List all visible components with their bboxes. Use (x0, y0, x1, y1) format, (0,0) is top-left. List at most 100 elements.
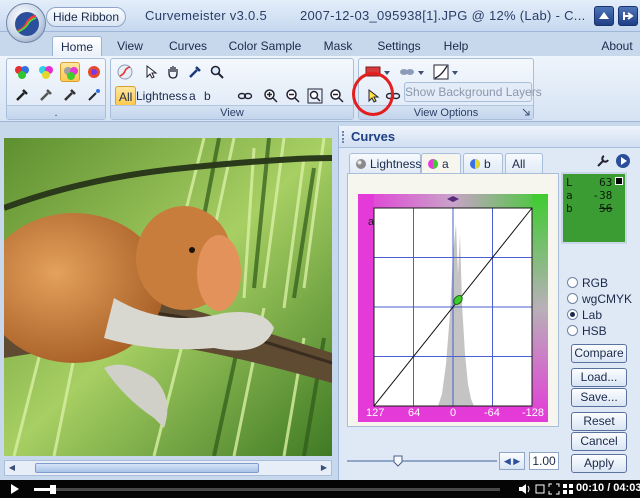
curves-tab-all[interactable]: All (505, 153, 543, 173)
cmyk-spheres-button[interactable] (36, 62, 56, 82)
zoom-fit-button[interactable] (305, 86, 325, 106)
fullscreen-icon[interactable] (548, 483, 560, 495)
app-menu-orb[interactable] (6, 3, 46, 43)
readout-b-label: b (566, 202, 573, 215)
curve-display-button[interactable] (431, 62, 459, 82)
readout-b-value: 56 (599, 202, 613, 215)
scroll-right-icon[interactable]: ▶ (318, 463, 330, 473)
slider-thumb[interactable] (393, 455, 403, 467)
zoom-stepper[interactable]: ◀ ▶ (499, 452, 525, 470)
scroll-left-icon[interactable]: ◀ (6, 463, 18, 473)
rgb-spheres-icon (15, 66, 29, 79)
view-group: All Lightness a b View (110, 58, 354, 120)
settings-icon[interactable] (534, 483, 546, 495)
dialog-launcher-icon[interactable] (522, 108, 530, 116)
save-button[interactable]: Save... (571, 388, 627, 407)
readout-l-value: 63 (599, 176, 613, 189)
readout-menu-icon[interactable] (615, 177, 623, 185)
curve-view-button[interactable] (115, 62, 135, 82)
photo-canvas[interactable] (4, 138, 332, 456)
readout-l-label: L (566, 176, 573, 189)
compare-button[interactable]: Compare (571, 344, 627, 363)
eyedropper-button[interactable] (185, 62, 205, 82)
pin-button[interactable] (618, 6, 638, 26)
axis-label: 0 (450, 407, 457, 419)
zoom-slider[interactable] (347, 454, 497, 468)
chevron-down-icon (418, 71, 424, 75)
curves-title: Curves (351, 129, 396, 144)
seek-knob[interactable] (49, 485, 56, 494)
eyedropper-gray-button[interactable] (36, 85, 56, 105)
arrow-tool-button[interactable] (141, 62, 161, 82)
wrench-icon[interactable] (595, 153, 611, 169)
reset-button[interactable]: Reset (571, 412, 627, 431)
zoom-tool-button[interactable] (207, 62, 227, 82)
goggles-icon (400, 69, 414, 75)
chain-link-icon (237, 92, 253, 100)
curve-graph[interactable] (358, 194, 548, 422)
show-background-layers-button[interactable]: Show Background Layers (404, 82, 542, 102)
readout-a-value: -38 (592, 189, 613, 202)
eyedropper-black-button[interactable] (12, 85, 32, 105)
color-readout: L 63 a -38 b 56 (561, 172, 627, 244)
pin-icon (623, 12, 634, 20)
magnifier-icon (210, 65, 224, 79)
tab-help[interactable]: Help (438, 36, 474, 56)
load-button[interactable]: Load... (571, 368, 627, 387)
image-pane: ◀ ▶ (0, 126, 336, 480)
curves-tab-lightness[interactable]: Lightness (349, 153, 421, 173)
tab-view[interactable]: View (110, 36, 150, 56)
channel-b-button[interactable]: b (201, 86, 214, 106)
tab-settings[interactable]: Settings (370, 36, 428, 56)
tab-home[interactable]: Home (52, 36, 102, 56)
slider-track (347, 460, 497, 462)
mask-view-button[interactable] (397, 62, 425, 82)
axis-label: -128 (522, 407, 545, 419)
hide-ribbon-button[interactable]: Hide Ribbon (46, 7, 126, 27)
graph-channel-label: a (368, 216, 375, 228)
a-channel-sphere-icon (428, 159, 438, 169)
tab-mask[interactable]: Mask (316, 36, 360, 56)
lab-spheres-button[interactable] (60, 62, 80, 82)
sample-tool-button[interactable] (84, 85, 104, 105)
video-time: 00:10 / 04:03 (576, 482, 640, 494)
rgb-spheres-button[interactable] (12, 62, 32, 82)
apply-button[interactable]: Apply (571, 454, 627, 473)
tab-about[interactable]: About (598, 36, 636, 56)
scrollbar-thumb[interactable] (35, 463, 259, 473)
play-icon[interactable] (10, 484, 20, 494)
sample-cursor-icon (88, 89, 100, 101)
zoom-actual-button[interactable] (327, 86, 347, 106)
zoom-in-button[interactable] (261, 86, 281, 106)
chevron-down-icon (384, 71, 390, 75)
zoom-value-field[interactable]: 1.00 (529, 452, 559, 470)
document-title: 2007-12-03_095938[1].JPG @ 12% (Lab) - C… (300, 8, 586, 23)
axis-label: -64 (484, 407, 500, 419)
hand-tool-button[interactable] (163, 62, 183, 82)
minimize-button[interactable] (594, 6, 614, 26)
curves-tab-a[interactable]: a (421, 153, 461, 173)
channel-lightness-button[interactable]: Lightness (133, 86, 190, 106)
horizontal-scrollbar[interactable]: ◀ ▶ (4, 460, 332, 476)
curve-graph-box: a 127 64 0 -64 -128 (347, 173, 559, 427)
zoom-out-button[interactable] (283, 86, 303, 106)
annotation-circle (352, 72, 394, 116)
cancel-button[interactable]: Cancel (571, 432, 627, 451)
graph-icon (433, 64, 449, 80)
tab-color-sample[interactable]: Color Sample (226, 36, 304, 56)
zoom-fit-icon (307, 88, 323, 104)
grid-icon[interactable] (562, 483, 574, 495)
tab-curves[interactable]: Curves (162, 36, 214, 56)
link-channels-button[interactable] (235, 86, 255, 106)
curve-logo-icon (117, 64, 133, 80)
curves-tab-b[interactable]: b (463, 153, 503, 173)
panel-grip-icon[interactable] (342, 131, 345, 143)
hsb-spheres-button[interactable] (84, 62, 104, 82)
tools-group-label: . (7, 105, 105, 119)
channel-a-button[interactable]: a (186, 86, 199, 106)
chevron-down-icon (452, 71, 458, 75)
volume-icon[interactable] (518, 483, 532, 495)
eyedropper-white-button[interactable] (60, 85, 80, 105)
play-circle-icon[interactable] (615, 153, 631, 169)
seek-track[interactable] (34, 485, 500, 494)
